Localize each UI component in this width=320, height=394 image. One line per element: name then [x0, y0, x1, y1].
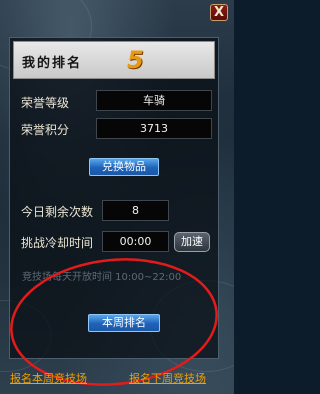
- rank-panel: [9, 37, 219, 359]
- honor-points-label: 荣誉积分: [21, 123, 70, 137]
- my-rank-header: 我的排名 5: [13, 41, 215, 79]
- cooldown-value: 00:00: [102, 231, 169, 252]
- honor-level-value: 车骑: [96, 90, 212, 111]
- rank-value: 5: [127, 46, 144, 74]
- my-rank-title: 我的排名: [22, 56, 83, 71]
- weekly-ranking-button[interactable]: 本周排名: [88, 314, 160, 332]
- close-icon: X: [213, 5, 225, 20]
- arena-schedule-text: 竞技场每天开放时间 10:00~22:00: [22, 272, 182, 283]
- arena-rank-window: X 我的排名 5 荣誉等级 车骑 荣誉积分 3713 兑换物品 今日剩余次数 8…: [0, 0, 234, 394]
- speed-up-button[interactable]: 加速: [174, 232, 210, 252]
- honor-points-value: 3713: [96, 118, 212, 139]
- remaining-attempts-label: 今日剩余次数: [21, 205, 94, 219]
- honor-level-label: 荣誉等级: [21, 96, 70, 110]
- exchange-items-button[interactable]: 兑换物品: [89, 158, 159, 176]
- close-button[interactable]: X: [210, 4, 228, 21]
- signup-next-week-link[interactable]: 报名下周竞技场: [129, 370, 206, 386]
- remaining-attempts-value: 8: [102, 200, 169, 221]
- cooldown-label: 挑战冷却时间: [21, 236, 94, 250]
- signup-this-week-link[interactable]: 报名本周竞技场: [10, 370, 87, 386]
